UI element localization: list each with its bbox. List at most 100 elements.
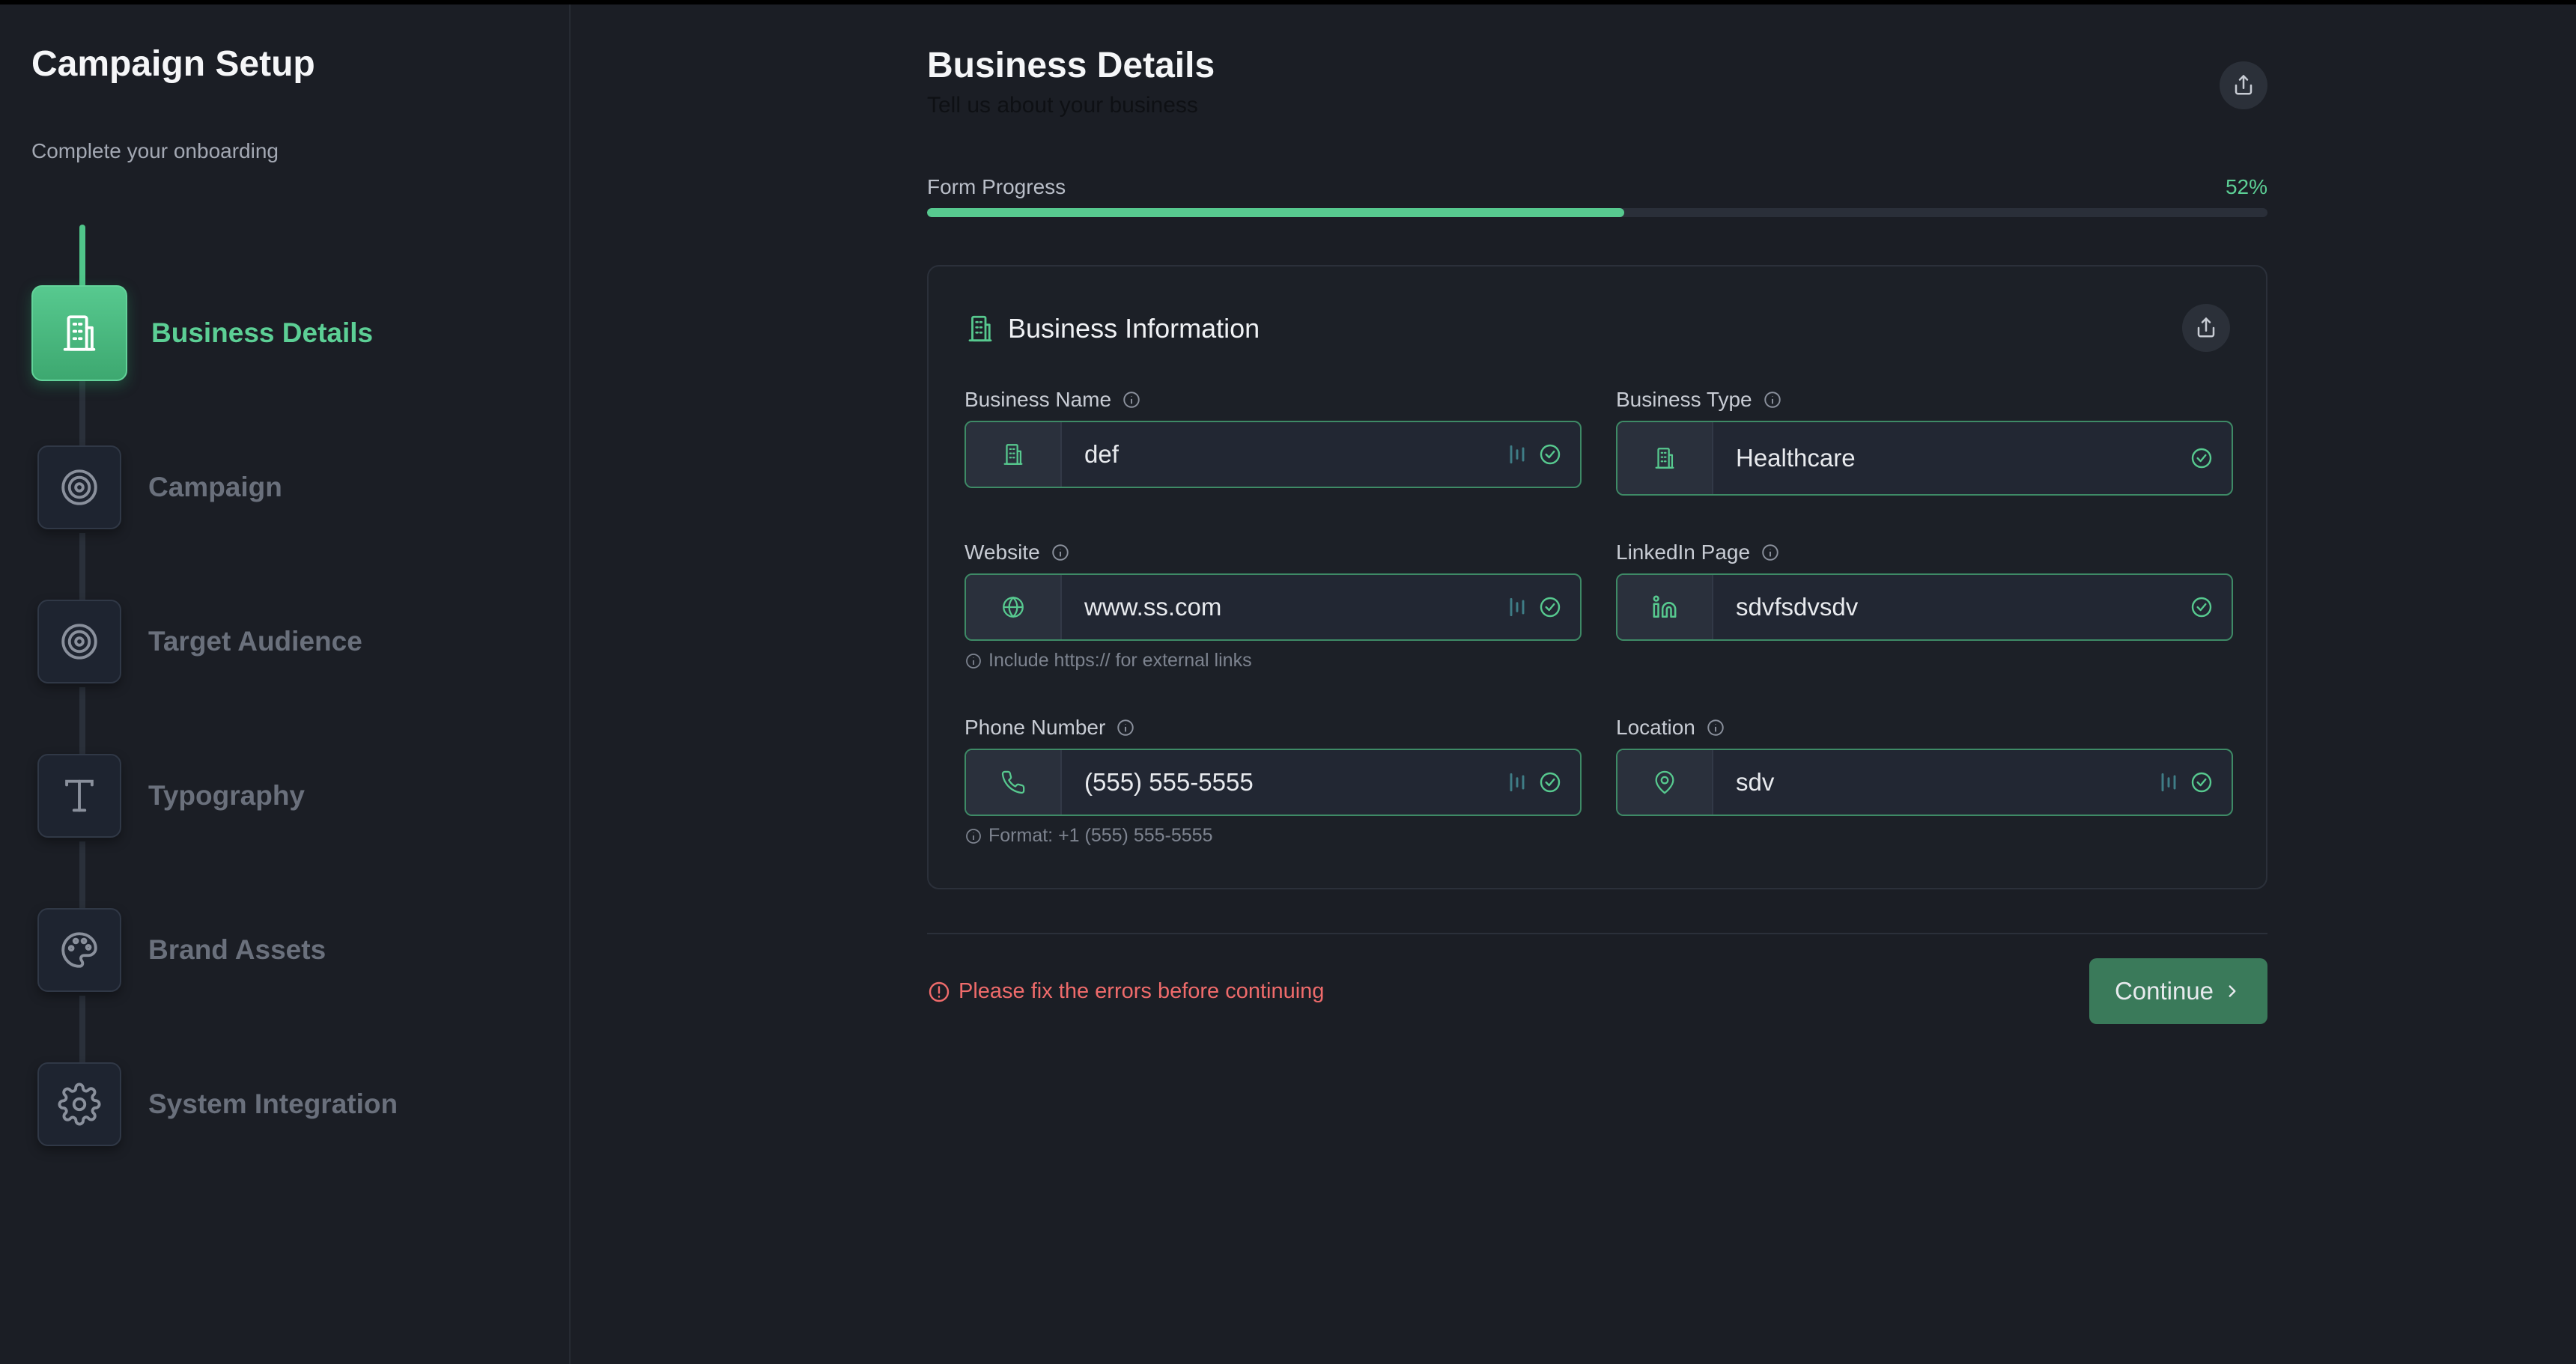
- check-circle-icon: [2191, 448, 2212, 469]
- phone-hint: Format: +1 (555) 555-5555: [965, 825, 1212, 847]
- info-icon: [966, 653, 981, 669]
- location-field: [1616, 749, 2233, 816]
- info-icon[interactable]: [1763, 390, 1782, 409]
- step-label: Business Details: [151, 317, 374, 348]
- info-icon[interactable]: [1122, 390, 1141, 409]
- phone-field: [965, 749, 1582, 816]
- business-name-input[interactable]: [1062, 422, 1505, 487]
- linkedin-label: LinkedIn Page: [1616, 541, 1780, 564]
- share-button[interactable]: [2182, 304, 2230, 352]
- field-status: [1505, 770, 1580, 794]
- field-status: [2157, 770, 2232, 794]
- info-icon: [966, 828, 981, 844]
- globe-icon: [966, 575, 1062, 639]
- sidebar-subtitle: Complete your onboarding: [31, 139, 279, 162]
- business-name-label: Business Name: [965, 388, 1141, 412]
- progress-percent: 52%: [2225, 175, 2267, 198]
- linkedin-input[interactable]: [1713, 575, 2190, 639]
- share-button[interactable]: [2220, 61, 2267, 109]
- sliders-icon: [1510, 445, 1525, 464]
- target-icon: [37, 600, 121, 683]
- field-status: [1505, 595, 1580, 619]
- step-target-audience[interactable]: Target Audience: [31, 593, 541, 690]
- palette-icon: [37, 908, 121, 992]
- website-hint: Include https:// for external links: [965, 650, 1252, 672]
- step-business-details[interactable]: Business Details: [31, 284, 541, 382]
- alert-circle-icon: [929, 981, 950, 1002]
- step-typography[interactable]: Typography: [31, 747, 541, 844]
- share-icon: [2197, 317, 2215, 338]
- check-circle-icon: [1540, 772, 1561, 793]
- business-type-select[interactable]: [1616, 421, 2233, 496]
- page-title: Business Details: [927, 46, 1215, 85]
- continue-button[interactable]: Continue: [2089, 958, 2267, 1024]
- check-circle-icon: [1540, 444, 1561, 465]
- progress-rail: [79, 687, 85, 755]
- building-icon: [1617, 422, 1713, 494]
- label-text: Business Type: [1616, 388, 1752, 411]
- progress-label: Form Progress: [927, 175, 1066, 198]
- website-label: Website: [965, 541, 1070, 564]
- progress-rail: [79, 841, 85, 909]
- sidebar: Campaign Setup Complete your onboarding …: [0, 4, 571, 1364]
- step-campaign[interactable]: Campaign: [31, 439, 541, 536]
- info-icon[interactable]: [1051, 543, 1070, 562]
- info-icon[interactable]: [1116, 718, 1135, 737]
- step-label: System Integration: [148, 1089, 398, 1119]
- check-circle-icon: [2191, 772, 2212, 793]
- step-label: Typography: [148, 780, 305, 811]
- sliders-icon: [2161, 773, 2176, 792]
- field-status: [2190, 446, 2232, 470]
- linkedin-icon: [1617, 575, 1713, 639]
- target-icon: [37, 445, 121, 529]
- progress-rail-active: [79, 225, 85, 292]
- progress-rail: [79, 379, 85, 446]
- info-icon[interactable]: [1706, 718, 1725, 737]
- business-type-value[interactable]: [1713, 422, 2190, 494]
- hint-text: Include https:// for external links: [988, 650, 1252, 671]
- business-info-card: Business Information Business Name def B…: [927, 265, 2267, 889]
- card-header: Business Information: [965, 313, 1260, 344]
- step-label: Campaign: [148, 472, 282, 502]
- phone-input[interactable]: [1062, 750, 1505, 815]
- step-label: Brand Assets: [148, 934, 326, 965]
- sliders-icon: [1510, 773, 1525, 792]
- field-status: [2190, 595, 2232, 619]
- label-text: LinkedIn Page: [1616, 541, 1751, 564]
- step-brand-assets[interactable]: Brand Assets: [31, 901, 541, 999]
- progress-rail: [79, 996, 85, 1063]
- business-type-label: Business Type: [1616, 388, 1782, 412]
- error-text: Please fix the errors before continuing: [959, 979, 1325, 1003]
- label-text: Website: [965, 541, 1040, 564]
- phone-label: Phone Number: [965, 716, 1135, 740]
- label-text: Phone Number: [965, 716, 1106, 739]
- page-subtitle: Tell us about your business: [927, 93, 1198, 118]
- building-icon: [968, 315, 992, 342]
- progress-bar-fill: [927, 208, 1624, 217]
- building-icon: [966, 422, 1062, 487]
- check-circle-icon: [2191, 597, 2212, 618]
- divider: [927, 933, 2267, 934]
- sidebar-title: Campaign Setup: [31, 44, 315, 84]
- sliders-icon: [1510, 597, 1525, 617]
- gear-icon: [37, 1062, 121, 1146]
- progress-bar: [927, 208, 2267, 217]
- website-field: [965, 573, 1582, 641]
- step-label: Target Audience: [148, 626, 362, 657]
- step-system-integration[interactable]: System Integration: [31, 1056, 541, 1153]
- progress-rail: [79, 533, 85, 600]
- info-icon[interactable]: [1761, 543, 1780, 562]
- location-input[interactable]: [1713, 750, 2157, 815]
- error-message: Please fix the errors before continuing: [927, 979, 1324, 1004]
- chevron-right-icon: [2229, 985, 2236, 997]
- share-icon: [2235, 75, 2253, 95]
- label-text: Business Name: [965, 388, 1112, 411]
- typography-icon: [37, 754, 121, 838]
- website-input[interactable]: [1062, 575, 1505, 639]
- map-pin-icon: [1617, 750, 1713, 815]
- app-window: Campaign Setup Complete your onboarding …: [0, 4, 2576, 1364]
- business-name-field: [965, 421, 1582, 488]
- field-status: [1505, 442, 1580, 466]
- phone-icon: [966, 750, 1062, 815]
- card-title: Business Information: [1008, 313, 1260, 344]
